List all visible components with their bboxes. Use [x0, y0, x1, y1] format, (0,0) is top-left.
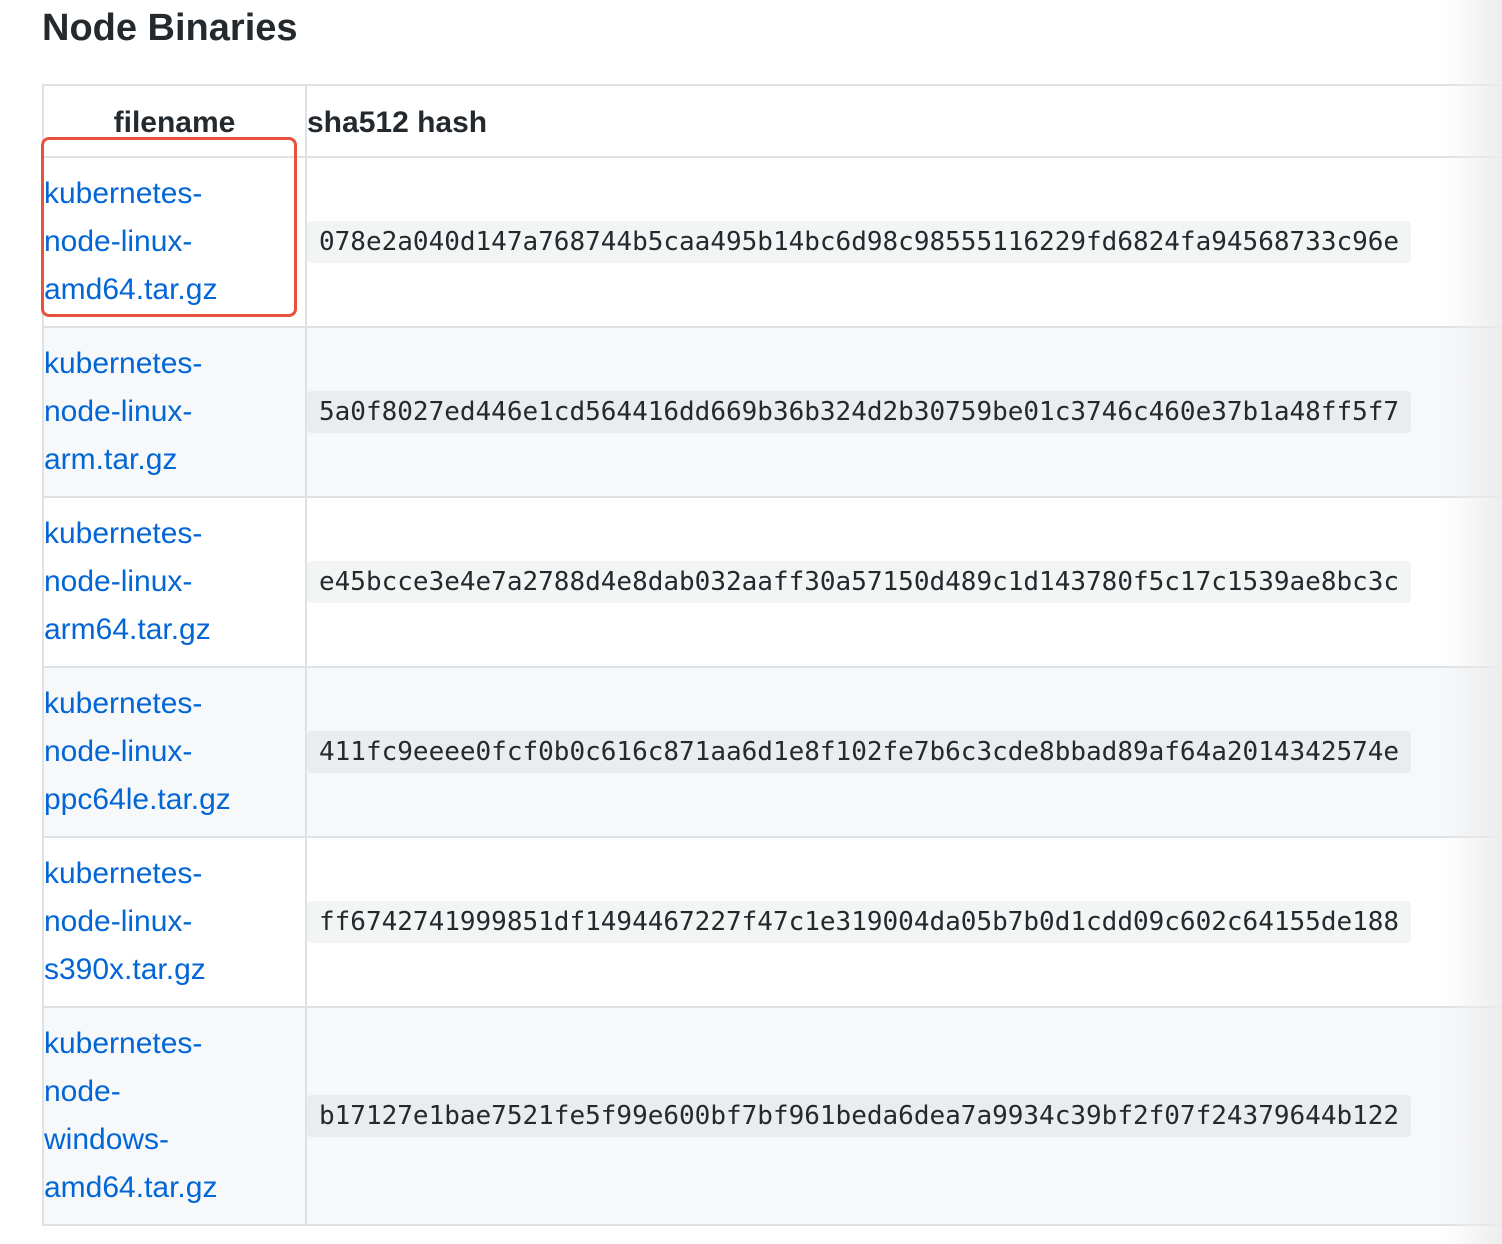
sha512-hash: 5a0f8027ed446e1cd564416dd669b36b324d2b30… [308, 391, 1412, 433]
filename-cell: kubernetes- node-linux- ppc64le.tar.gz [42, 666, 307, 838]
table-row: kubernetes- node-linux- ppc64le.tar.gz 4… [42, 666, 1502, 838]
filename-line: kubernetes- [44, 177, 203, 210]
file-link-node-linux-arm[interactable]: kubernetes- node-linux- arm.tar.gz [44, 340, 305, 484]
filename-line: ppc64le.tar.gz [44, 783, 231, 816]
filename-cell: kubernetes- node-linux- arm64.tar.gz [42, 496, 307, 668]
hash-cell: 5a0f8027ed446e1cd564416dd669b36b324d2b30… [305, 326, 1502, 498]
filename-line: windows- [44, 1123, 170, 1156]
filename-line: amd64.tar.gz [44, 273, 218, 306]
filename-column-header: filename [42, 84, 307, 158]
filename-line: amd64.tar.gz [44, 1171, 218, 1204]
file-link-node-linux-ppc64le[interactable]: kubernetes- node-linux- ppc64le.tar.gz [44, 680, 305, 824]
filename-line: s390x.tar.gz [44, 953, 206, 986]
file-link-node-linux-s390x[interactable]: kubernetes- node-linux- s390x.tar.gz [44, 850, 305, 994]
filename-line: arm64.tar.gz [44, 613, 211, 646]
page: Node Binaries filename sha512 hash kuber… [0, 0, 1502, 1244]
filename-cell: kubernetes- node-linux- amd64.tar.gz [42, 156, 307, 328]
filename-line: kubernetes- [44, 517, 203, 550]
filename-line: kubernetes- [44, 347, 203, 380]
section-title: Node Binaries [42, 7, 298, 49]
filename-cell: kubernetes- node-linux- arm.tar.gz [42, 326, 307, 498]
file-link-node-linux-arm64[interactable]: kubernetes- node-linux- arm64.tar.gz [44, 510, 305, 654]
file-link-node-linux-amd64[interactable]: kubernetes- node-linux- amd64.tar.gz [44, 170, 305, 314]
hash-cell: 078e2a040d147a768744b5caa495b14bc6d98c98… [305, 156, 1502, 328]
table-row: kubernetes- node- windows- amd64.tar.gz … [42, 1006, 1502, 1226]
filename-line: node-linux- [44, 905, 193, 938]
table-row: kubernetes- node-linux- amd64.tar.gz 078… [42, 156, 1502, 328]
sha512-hash: b17127e1bae7521fe5f99e600bf7bf961beda6de… [308, 1095, 1412, 1137]
filename-line: node-linux- [44, 735, 193, 768]
filename-line: node-linux- [44, 225, 193, 258]
table-row: kubernetes- node-linux- arm.tar.gz 5a0f8… [42, 326, 1502, 498]
hash-cell: ff6742741999851df1494467227f47c1e319004d… [305, 836, 1502, 1008]
sha512-hash: ff6742741999851df1494467227f47c1e319004d… [308, 901, 1412, 943]
table-row: kubernetes- node-linux- arm64.tar.gz e45… [42, 496, 1502, 668]
filename-cell: kubernetes- node- windows- amd64.tar.gz [42, 1006, 307, 1226]
file-link-node-windows-amd64[interactable]: kubernetes- node- windows- amd64.tar.gz [44, 1020, 305, 1212]
filename-line: arm.tar.gz [44, 443, 178, 476]
hash-cell: e45bcce3e4e7a2788d4e8dab032aaff30a57150d… [305, 496, 1502, 668]
filename-line: node- [44, 1075, 121, 1108]
filename-line: kubernetes- [44, 1027, 203, 1060]
table-header-row: filename sha512 hash [42, 84, 1502, 158]
table-row: kubernetes- node-linux- s390x.tar.gz ff6… [42, 836, 1502, 1008]
filename-line: kubernetes- [44, 687, 203, 720]
sha512-hash: 411fc9eeee0fcf0b0c616c871aa6d1e8f102fe7b… [308, 731, 1412, 773]
node-binaries-table: filename sha512 hash kubernetes- node-li… [42, 84, 1502, 1226]
filename-line: node-linux- [44, 565, 193, 598]
filename-cell: kubernetes- node-linux- s390x.tar.gz [42, 836, 307, 1008]
sha512-hash: 078e2a040d147a768744b5caa495b14bc6d98c98… [308, 221, 1412, 263]
hash-cell: b17127e1bae7521fe5f99e600bf7bf961beda6de… [305, 1006, 1502, 1226]
hash-column-header: sha512 hash [305, 84, 1502, 158]
hash-cell: 411fc9eeee0fcf0b0c616c871aa6d1e8f102fe7b… [305, 666, 1502, 838]
filename-line: node-linux- [44, 395, 193, 428]
filename-line: kubernetes- [44, 857, 203, 890]
sha512-hash: e45bcce3e4e7a2788d4e8dab032aaff30a57150d… [308, 561, 1412, 603]
